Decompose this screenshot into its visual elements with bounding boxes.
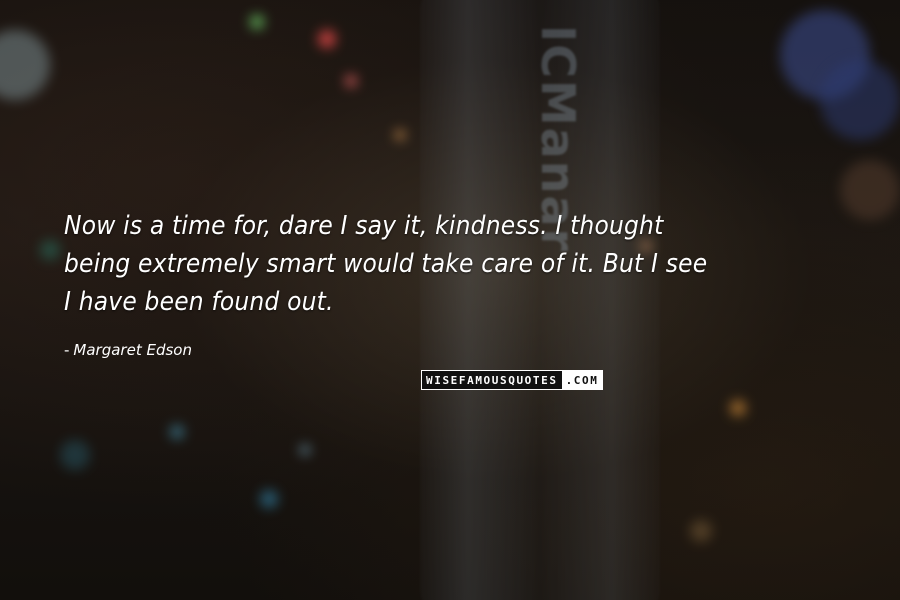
quote-line: being extremely smart would take care of… <box>64 249 708 279</box>
author-name: Margaret Edson <box>73 341 192 359</box>
bokeh-light <box>730 400 746 416</box>
author-dash: - <box>64 341 70 359</box>
bokeh-light <box>0 30 50 100</box>
bokeh-light <box>690 520 712 542</box>
quote-card: ICManar Now is a time for, dare I say it… <box>0 0 900 600</box>
watermark-logo: WISEFAMOUSQUOTES .COM <box>421 370 604 390</box>
bokeh-light <box>300 445 310 455</box>
bokeh-light <box>820 60 900 140</box>
quote-line: Now is a time for, dare I say it, kindne… <box>64 211 664 241</box>
watermark-suffix-text: .COM <box>561 371 603 389</box>
watermark-main-text: WISEFAMOUSQUOTES <box>422 371 562 389</box>
bokeh-light <box>40 240 60 260</box>
bokeh-light <box>60 440 90 470</box>
bokeh-light <box>260 490 278 508</box>
bokeh-light <box>250 15 264 29</box>
bokeh-light <box>395 130 405 140</box>
bokeh-light <box>345 75 357 87</box>
quote-text: Now is a time for, dare I say it, kindne… <box>64 207 864 321</box>
quote-author: - Margaret Edson <box>64 341 192 359</box>
bokeh-light <box>170 425 184 439</box>
quote-line: I have been found out. <box>64 287 334 317</box>
bokeh-light <box>318 30 336 48</box>
